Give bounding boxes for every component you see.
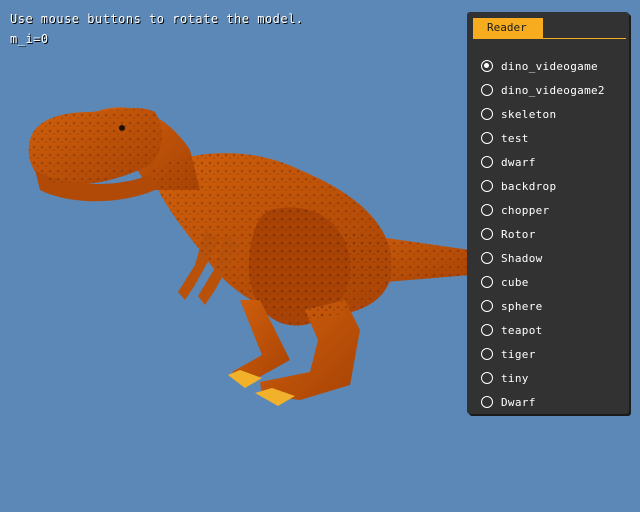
radio-button-icon[interactable]	[481, 156, 493, 168]
tab-underline	[473, 38, 626, 39]
radio-button-icon[interactable]	[481, 204, 493, 216]
radio-option-11[interactable]: teapot	[481, 318, 605, 342]
radio-button-icon[interactable]	[481, 252, 493, 264]
radio-option-0[interactable]: dino_videogame	[481, 54, 605, 78]
radio-button-icon[interactable]	[481, 108, 493, 120]
radio-option-14[interactable]: Dwarf	[481, 390, 605, 414]
radio-option-label: Dwarf	[501, 395, 536, 409]
radio-option-label: tiger	[501, 347, 536, 361]
radio-button-icon[interactable]	[481, 180, 493, 192]
radio-button-icon[interactable]	[481, 396, 493, 408]
radio-option-label: dwarf	[501, 155, 536, 169]
radio-option-4[interactable]: dwarf	[481, 150, 605, 174]
radio-option-label: cube	[501, 275, 529, 289]
radio-option-3[interactable]: test	[481, 126, 605, 150]
radio-option-8[interactable]: Shadow	[481, 246, 605, 270]
status-readout: m_i=0	[10, 32, 49, 46]
radio-button-icon[interactable]	[481, 276, 493, 288]
radio-button-icon[interactable]	[481, 228, 493, 240]
radio-button-icon[interactable]	[481, 348, 493, 360]
tab-reader[interactable]: Reader	[473, 18, 543, 38]
radio-option-label: Rotor	[501, 227, 536, 241]
radio-option-label: backdrop	[501, 179, 557, 193]
instruction-text: Use mouse buttons to rotate the model.	[10, 12, 304, 26]
radio-option-12[interactable]: tiger	[481, 342, 605, 366]
radio-option-label: Shadow	[501, 251, 543, 265]
model-radio-list: dino_videogame dino_videogame2 skeleton tes…	[481, 54, 605, 414]
radio-option-label: sphere	[501, 299, 543, 313]
radio-button-icon[interactable]	[481, 132, 493, 144]
radio-option-label: test	[501, 131, 529, 145]
radio-option-label: tiny	[501, 371, 529, 385]
radio-option-2[interactable]: skeleton	[481, 102, 605, 126]
radio-option-6[interactable]: chopper	[481, 198, 605, 222]
radio-button-icon[interactable]	[481, 324, 493, 336]
radio-option-5[interactable]: backdrop	[481, 174, 605, 198]
radio-option-label: skeleton	[501, 107, 557, 121]
radio-option-13[interactable]: tiny	[481, 366, 605, 390]
radio-option-label: dino_videogame2	[501, 83, 605, 97]
radio-button-icon[interactable]	[481, 300, 493, 312]
radio-button-icon[interactable]	[481, 60, 493, 72]
radio-option-10[interactable]: sphere	[481, 294, 605, 318]
radio-option-7[interactable]: Rotor	[481, 222, 605, 246]
radio-option-9[interactable]: cube	[481, 270, 605, 294]
radio-button-icon[interactable]	[481, 84, 493, 96]
radio-option-label: chopper	[501, 203, 550, 217]
radio-option-label: teapot	[501, 323, 543, 337]
radio-option-1[interactable]: dino_videogame2	[481, 78, 605, 102]
model-selector-panel: Reader dino_videogame dino_videogame2skel…	[467, 12, 629, 414]
dinosaur-model[interactable]	[28, 107, 470, 406]
radio-option-label: dino_videogame	[501, 59, 598, 73]
radio-button-icon[interactable]	[481, 372, 493, 384]
